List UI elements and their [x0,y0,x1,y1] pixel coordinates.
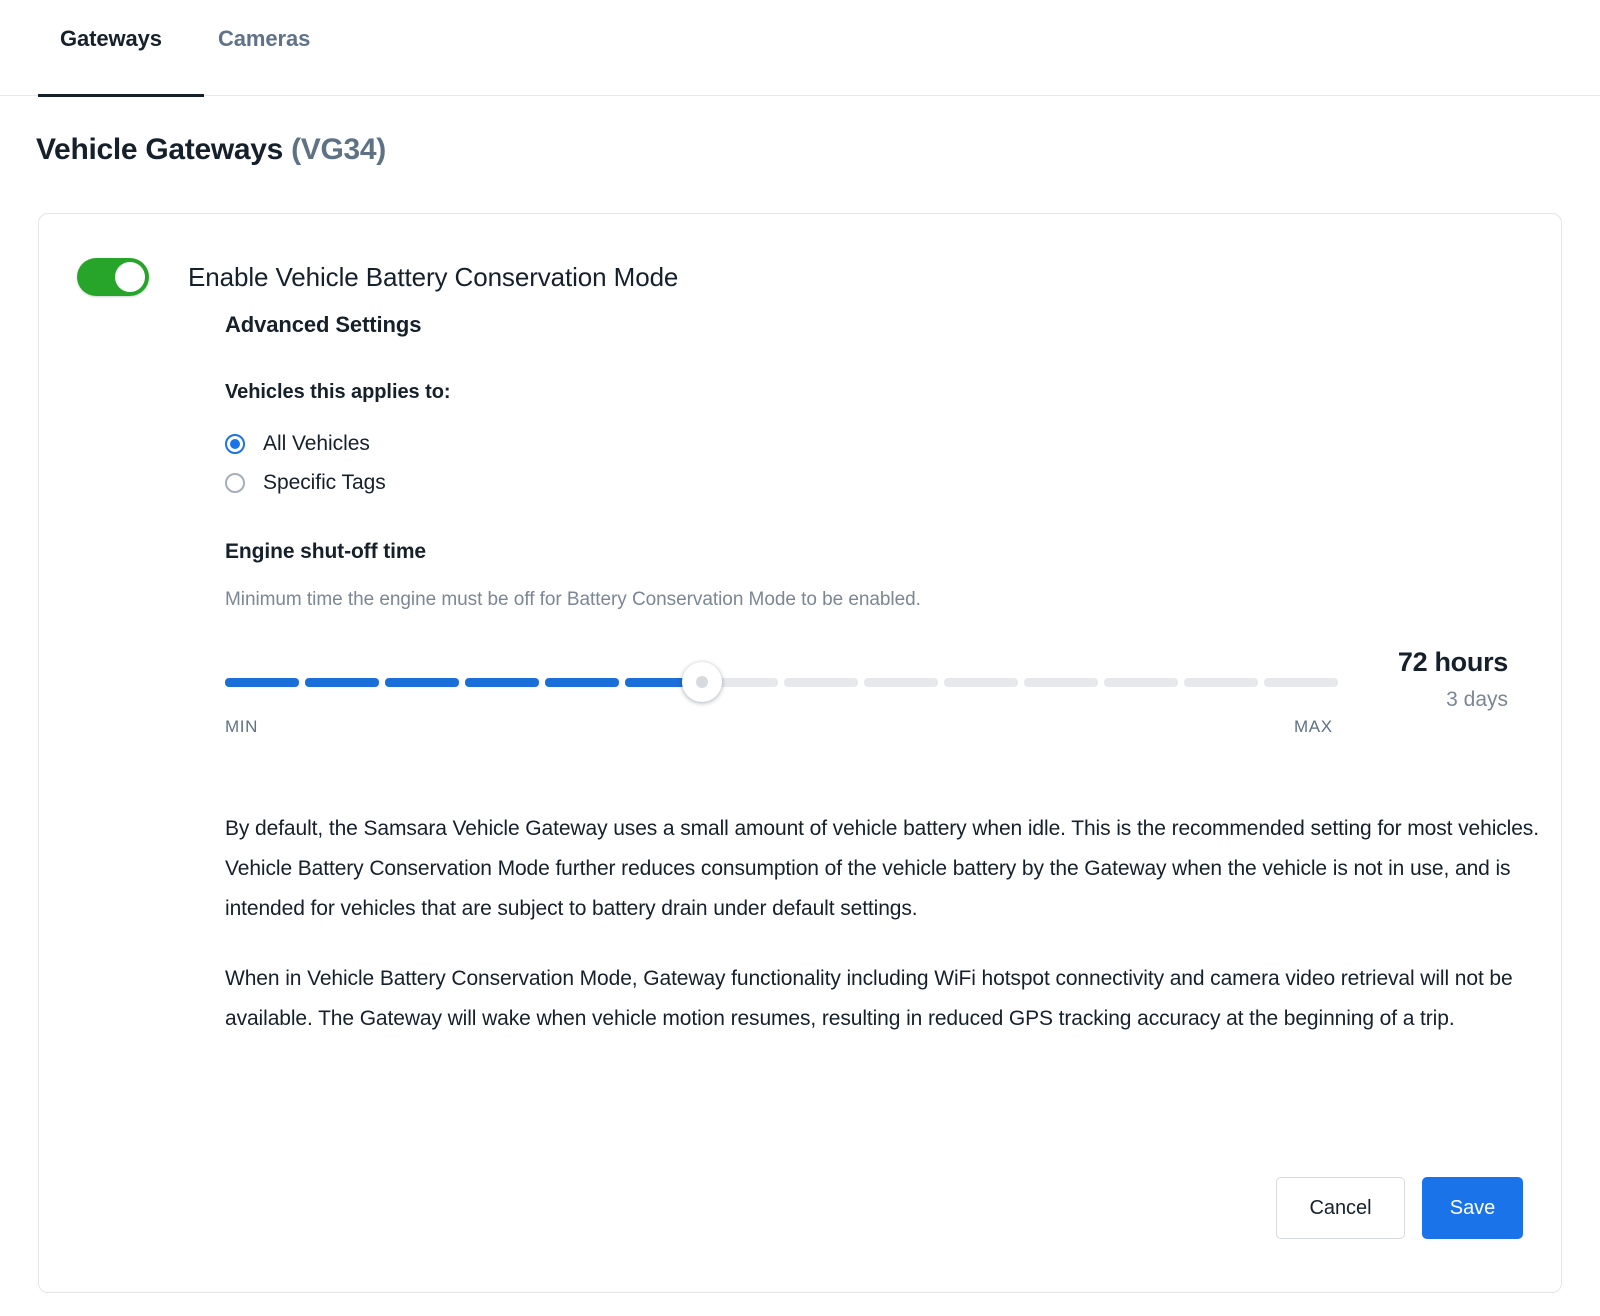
engine-shutoff-description: Minimum time the engine must be off for … [225,589,921,610]
battery-conservation-toggle-label: Enable Vehicle Battery Conservation Mode [188,261,679,292]
slider-max-label: MAX [1294,717,1333,736]
slider-segment [944,678,1019,687]
slider-segment [464,678,539,687]
tab-gateways[interactable]: Gateways [38,26,204,97]
slider-value-display: 72 hours 3 days [1208,646,1508,716]
slider-segment [1024,678,1099,687]
engine-shutoff-title: Engine shut-off time [225,540,426,563]
description-text: By default, the Samsara Vehicle Gateway … [225,809,1550,1039]
slider-value-hours: 72 hours [1397,647,1508,677]
applies-to-label: Vehicles this applies to: [225,381,451,403]
tab-list: Gateways Cameras [38,26,310,97]
slider-segment [1104,678,1179,687]
radio-unselected-icon [225,472,245,493]
radio-option-specific-tags[interactable]: Specific Tags [225,463,386,502]
radio-selected-icon [225,433,245,454]
slider-segment [225,678,299,687]
radio-label-all-vehicles: All Vehicles [263,431,370,455]
radio-option-all-vehicles[interactable]: All Vehicles [225,424,386,463]
description-paragraph-1: By default, the Samsara Vehicle Gateway … [225,817,1539,920]
slider-bounds: MIN MAX [225,717,1338,739]
slider-segment [864,678,939,687]
slider-segment [304,678,379,687]
slider-track[interactable] [225,678,1338,687]
page-title: Vehicle Gateways (VG34) [36,133,386,167]
card-footer: Cancel Save [1276,1177,1523,1239]
slider-min-label: MIN [225,717,258,736]
slider-segment [384,678,459,687]
battery-conservation-toggle-row: Enable Vehicle Battery Conservation Mode [77,258,678,296]
slider-segment [544,678,619,687]
description-paragraph-2: When in Vehicle Battery Conservation Mod… [225,967,1513,1030]
slider-thumb[interactable] [682,662,722,702]
settings-card: Enable Vehicle Battery Conservation Mode… [38,213,1562,1293]
advanced-settings-heading: Advanced Settings [225,312,422,337]
battery-conservation-toggle[interactable] [77,258,149,296]
radio-label-specific-tags: Specific Tags [263,470,386,494]
slider-value-days: 3 days [1446,688,1508,711]
slider-segment [784,678,859,687]
page-title-model: (VG34) [291,133,386,166]
engine-shutoff-slider[interactable] [225,662,1338,702]
vehicles-radio-group: All Vehicles Specific Tags [225,424,386,502]
page-title-text: Vehicle Gateways [36,133,284,166]
save-button[interactable]: Save [1422,1177,1523,1239]
toggle-knob [115,262,145,292]
tab-cameras[interactable]: Cameras [212,26,310,94]
tab-bar: Gateways Cameras [0,0,1600,97]
cancel-button[interactable]: Cancel [1276,1177,1405,1239]
